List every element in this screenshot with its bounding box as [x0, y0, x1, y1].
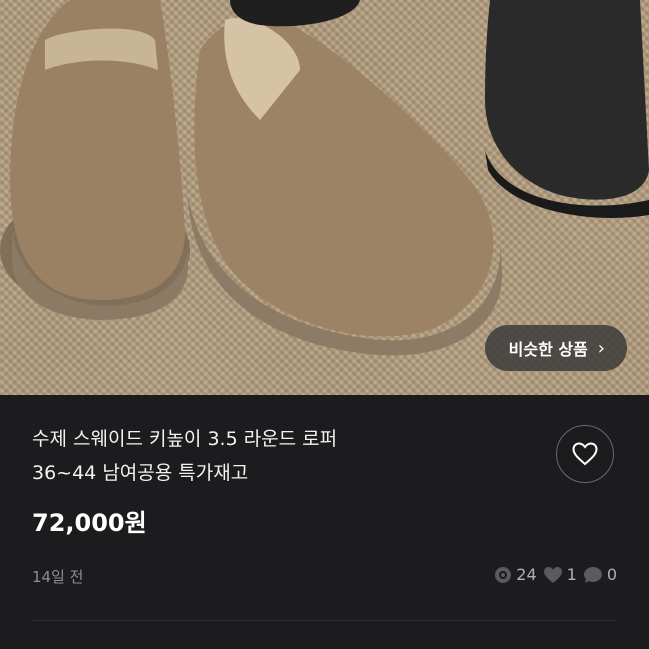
eye-icon — [495, 566, 512, 583]
chats-count: 0 — [606, 565, 617, 584]
like-button[interactable] — [556, 425, 614, 483]
similar-products-button[interactable]: 비슷한 상품 › — [484, 325, 627, 371]
product-title[interactable]: 수제 스웨이드 키높이 3.5 라운드 로퍼 36~44 남여공용 특가재고 — [32, 422, 337, 490]
likes-stat: 1 — [543, 565, 577, 584]
heart-icon — [543, 566, 562, 583]
product-price: 72,000원 — [32, 509, 147, 537]
divider — [32, 620, 617, 621]
chats-stat: 0 — [583, 565, 617, 584]
chevron-right-icon: › — [597, 337, 605, 359]
views-count: 24 — [516, 565, 537, 584]
product-image[interactable]: 비슷한 상품 › — [0, 0, 649, 395]
product-title-line1: 수제 스웨이드 키높이 3.5 라운드 로퍼 — [32, 428, 338, 450]
likes-count: 1 — [566, 565, 577, 584]
views-stat: 24 — [494, 565, 537, 584]
posted-time: 14일 전 — [32, 568, 84, 586]
stats-bar: 24 1 0 — [494, 565, 617, 584]
heart-outline-icon — [572, 442, 598, 466]
chat-bubble-icon — [583, 566, 602, 583]
product-title-line2: 36~44 남여공용 특가재고 — [32, 462, 249, 484]
similar-products-label: 비슷한 상품 — [508, 340, 588, 359]
